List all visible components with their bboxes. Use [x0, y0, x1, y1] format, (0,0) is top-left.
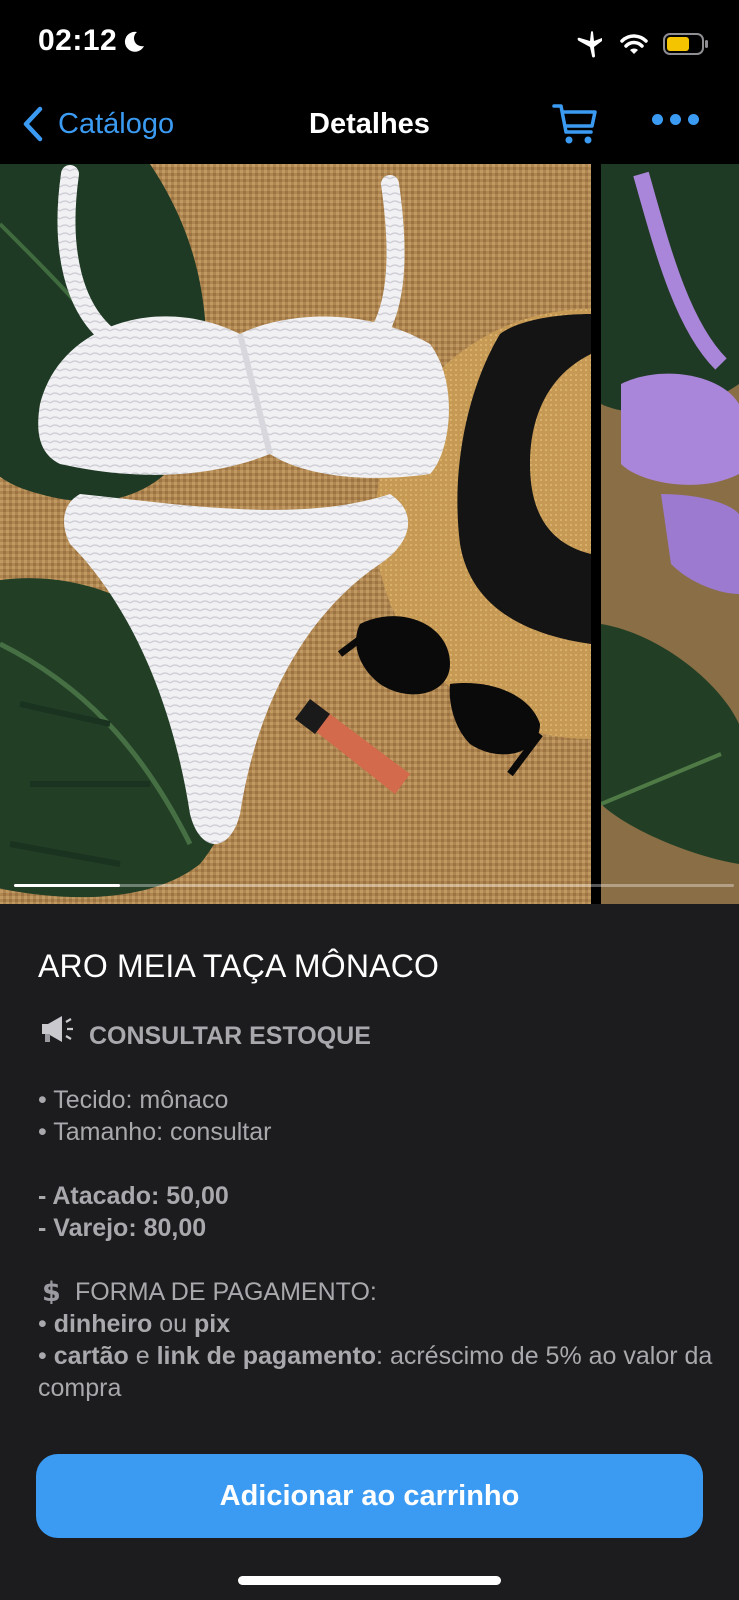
more-button[interactable]	[652, 114, 699, 125]
product-title: ARO MEIA TAÇA MÔNACO	[38, 948, 440, 984]
status-time: 02:12	[38, 24, 118, 57]
size-line: • Tamanho: consultar	[38, 1118, 272, 1146]
gallery-page-indicator	[14, 884, 734, 887]
more-icon	[652, 114, 663, 125]
payment-option-card: • cartão e link de pagamento: acréscimo …	[38, 1342, 713, 1402]
add-to-cart-button[interactable]: Adicionar ao carrinho	[36, 1454, 703, 1538]
status-indicators	[575, 30, 709, 58]
product-photo-white[interactable]	[0, 164, 591, 904]
fabric-line: • Tecido: mônaco	[38, 1086, 229, 1114]
payment-option-cash: • dinheiro ou pix	[38, 1310, 231, 1338]
wholesale-price: - Atacado: 50,00	[38, 1182, 229, 1210]
retail-price: - Varejo: 80,00	[38, 1214, 207, 1242]
product-photo-image	[0, 164, 591, 904]
home-indicator[interactable]	[238, 1576, 501, 1585]
product-details: ARO MEIA TAÇA MÔNACO CONSULTAR ESTOQUE •…	[0, 904, 739, 1600]
battery-icon	[663, 33, 708, 55]
cart-icon	[552, 104, 597, 144]
megaphone-icon	[42, 1016, 73, 1042]
status-bar: 02:12	[0, 0, 739, 90]
wifi-icon	[620, 34, 648, 54]
moon-icon	[124, 31, 144, 52]
product-photo-purple[interactable]	[601, 164, 739, 904]
product-description: CONSULTAR ESTOQUE • Tecido: mônaco • Tam…	[38, 1012, 718, 1404]
stock-notice: CONSULTAR ESTOQUE	[38, 1012, 718, 1052]
dollar-icon: $	[42, 1277, 61, 1308]
payment-heading: $ FORMA DE PAGAMENTO:	[38, 1276, 718, 1308]
svg-text:$: $	[42, 1278, 61, 1304]
page-title: Detalhes	[309, 108, 430, 140]
navigation-bar: Catálogo Detalhes	[0, 90, 739, 164]
product-photo-image-next	[601, 164, 739, 904]
product-gallery[interactable]	[0, 164, 739, 904]
airplane-icon	[577, 31, 602, 58]
cart-button[interactable]	[552, 102, 598, 151]
